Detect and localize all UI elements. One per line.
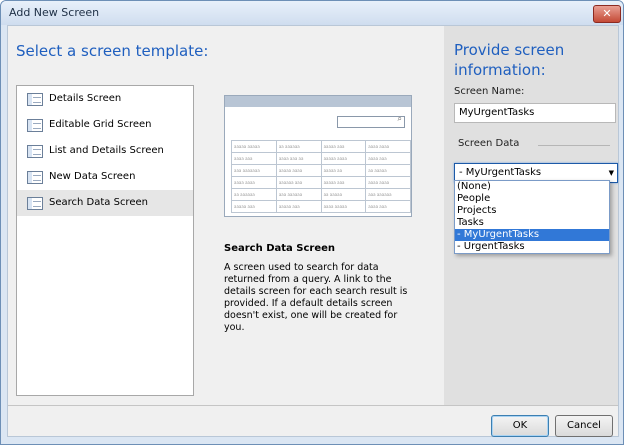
template-item-list-and-details-screen[interactable]: List and Details Screen bbox=[17, 138, 193, 164]
screen-data-dropdown-list[interactable]: (None) People Projects Tasks - MyUrgentT… bbox=[454, 180, 610, 254]
close-button[interactable]: ✕ bbox=[593, 5, 621, 23]
search-data-screen-icon bbox=[27, 197, 43, 210]
template-preview: ⌕ aaaaa aaaaa aa aaaaaa aaaaa aaa aaaa aaaa… bbox=[224, 95, 412, 217]
details-screen-icon bbox=[27, 93, 43, 106]
table-row: aaaaa aaa aaaaa aaa aaaa aaaaa aaaa aaa bbox=[231, 200, 411, 213]
screen-data-label: Screen Data bbox=[458, 138, 520, 149]
template-item-label: Editable Grid Screen bbox=[49, 119, 152, 130]
search-icon: ⌕ bbox=[397, 114, 402, 123]
window-title: Add New Screen bbox=[9, 6, 100, 19]
editable-grid-screen-icon bbox=[27, 119, 43, 132]
new-data-screen-icon bbox=[27, 171, 43, 184]
title-bar[interactable]: Add New Screen ✕ bbox=[1, 1, 623, 25]
table-row: aaa aaaaaaa aaaaa aaaa aaaaa aa aa aaaaa bbox=[231, 164, 411, 177]
template-heading: Select a screen template: bbox=[16, 42, 209, 60]
button-bar-divider bbox=[8, 405, 618, 406]
screen-name-label: Screen Name: bbox=[454, 86, 525, 97]
screen-data-selected-value: - MyUrgentTasks bbox=[459, 167, 542, 178]
template-item-label: New Data Screen bbox=[49, 171, 136, 182]
template-item-search-data-screen[interactable]: Search Data Screen bbox=[17, 190, 193, 216]
preview-search-box: ⌕ bbox=[337, 114, 405, 128]
table-row: aa aaaaaa aaa aaaaaa aa aaaaa aaa aaaaaa bbox=[231, 188, 411, 201]
table-row: aaaa aaa aaaa aaa aa aaaaa aaaa aaaa aaa bbox=[231, 152, 411, 165]
cancel-button[interactable]: Cancel bbox=[555, 415, 613, 437]
ok-button[interactable]: OK bbox=[491, 415, 549, 437]
close-icon: ✕ bbox=[602, 7, 612, 20]
template-item-editable-grid-screen[interactable]: Editable Grid Screen bbox=[17, 112, 193, 138]
template-item-label: Search Data Screen bbox=[49, 197, 148, 208]
table-row: aaaa aaaa aaaaaa aaa aaaaa aaa aaaa aaaa bbox=[231, 176, 411, 189]
dropdown-option-projects[interactable]: Projects bbox=[455, 205, 609, 217]
template-item-details-screen[interactable]: Details Screen bbox=[17, 86, 193, 112]
preview-results-grid: aaaaa aaaaa aa aaaaaa aaaaa aaa aaaa aaaa a… bbox=[231, 140, 411, 213]
template-item-new-data-screen[interactable]: New Data Screen bbox=[17, 164, 193, 190]
dialog-client-area: Select a screen template: Provide screen… bbox=[7, 25, 619, 437]
table-row: aaaaa aaaaa aa aaaaaa aaaaa aaa aaaa aaaa bbox=[231, 140, 411, 153]
dropdown-option-my-urgent-tasks[interactable]: - MyUrgentTasks bbox=[455, 229, 609, 241]
template-description-text: A screen used to search for data returne… bbox=[224, 262, 408, 333]
screen-information-heading: Provide screen information: bbox=[454, 41, 565, 79]
template-item-label: Details Screen bbox=[49, 93, 122, 104]
preview-header-bar bbox=[225, 96, 411, 107]
template-item-label: List and Details Screen bbox=[49, 145, 164, 156]
screen-name-input[interactable]: MyUrgentTasks bbox=[454, 103, 616, 123]
dropdown-option-none[interactable]: (None) bbox=[455, 181, 609, 193]
dropdown-option-tasks[interactable]: Tasks bbox=[455, 217, 609, 229]
screen-data-divider bbox=[538, 145, 610, 146]
dropdown-option-urgent-tasks[interactable]: - UrgentTasks bbox=[455, 241, 609, 253]
template-description-title: Search Data Screen bbox=[224, 243, 335, 254]
add-new-screen-dialog: Add New Screen ✕ Select a screen templat… bbox=[0, 0, 624, 445]
dropdown-option-people[interactable]: People bbox=[455, 193, 609, 205]
screen-template-list[interactable]: Details Screen Editable Grid Screen List… bbox=[16, 85, 194, 396]
list-and-details-screen-icon bbox=[27, 145, 43, 158]
